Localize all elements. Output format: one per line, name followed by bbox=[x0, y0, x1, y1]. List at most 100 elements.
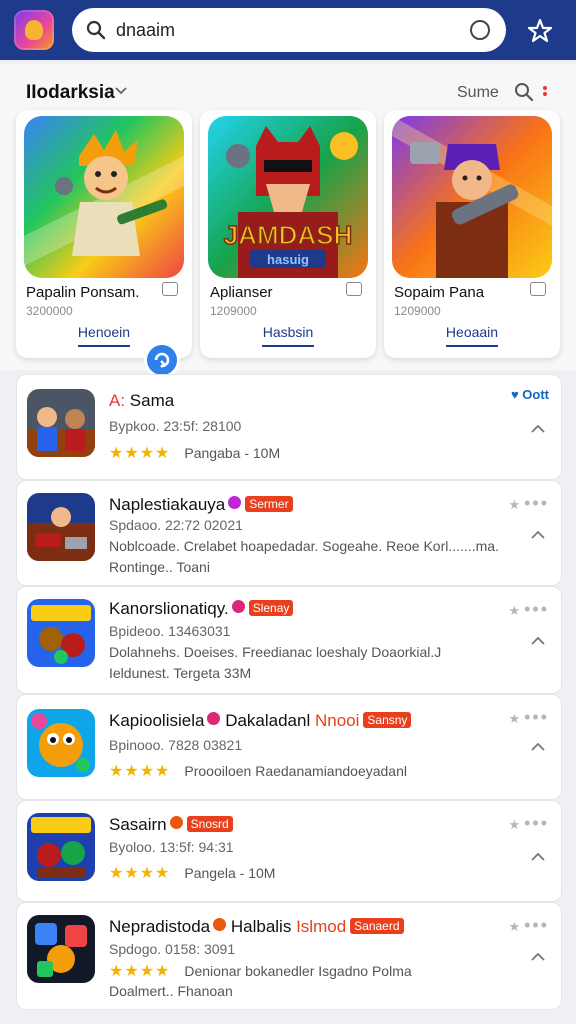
star-icon: ★ bbox=[508, 817, 521, 832]
game-downloads: Pangaba - 10M bbox=[184, 445, 281, 461]
game-description: Denionar bokanedler Isgadno Polma bbox=[184, 963, 412, 979]
game-title: Sasairn Snosrd bbox=[109, 815, 233, 835]
title-text: Sasairn bbox=[109, 815, 167, 834]
game-art-image bbox=[24, 116, 184, 278]
verified-icon bbox=[169, 816, 183, 829]
game-title: Kanorslionatiqy. Slenay bbox=[109, 599, 294, 619]
star-rating: ★★★★ bbox=[109, 445, 171, 462]
game-meta: Bpinooo. 7828 03821 bbox=[109, 737, 243, 753]
game-description: Dolahnehs. Doeises. Freedianac loeshaly … bbox=[109, 644, 442, 660]
install-link[interactable]: Heoaain bbox=[384, 324, 560, 340]
star-rating: ★★★★ bbox=[109, 865, 171, 882]
game-name: Aplianser bbox=[210, 284, 273, 301]
title-text: Nepradistoda bbox=[109, 917, 211, 936]
install-link[interactable]: Henoein bbox=[16, 324, 192, 340]
more-options[interactable]: ★ ••• bbox=[508, 707, 549, 728]
search-icon bbox=[86, 20, 106, 40]
game-thumbnail bbox=[27, 599, 95, 667]
list-item[interactable]: Sasairn Snosrd Byoloo. 13:5f: 94:31 ★★★★ P… bbox=[16, 800, 562, 902]
more-options[interactable]: ★ ••• bbox=[508, 599, 549, 620]
chevron-up-icon[interactable] bbox=[531, 851, 545, 861]
status-badge: Sermer bbox=[245, 496, 293, 512]
star-icon: ★ bbox=[508, 497, 521, 512]
game-thumbnail bbox=[27, 493, 95, 561]
game-title: A: Sama bbox=[109, 391, 174, 411]
list-item[interactable]: Kapioolisiela Dakaladanl Nnooi Sansny Bpi… bbox=[16, 694, 562, 800]
featured-card[interactable]: Papalin Ponsam. 3200000 Henoein bbox=[16, 110, 192, 378]
more-dots-icon: ••• bbox=[524, 915, 549, 935]
refresh-badge-icon[interactable] bbox=[144, 342, 180, 378]
list-item[interactable]: Nepradistoda Halbalis Islmod Sanaerd Spdo… bbox=[16, 902, 562, 1010]
game-rating-row: ★★★★ Pangela - 10M bbox=[109, 863, 275, 883]
list-item[interactable]: Naplestiakauya Sermer Spdaoo. 22:72 02021… bbox=[16, 480, 562, 586]
chevron-down-icon[interactable] bbox=[114, 84, 128, 98]
game-details: Rontinge.. Toani bbox=[109, 559, 210, 575]
game-description: Proooiloen Raedanamiandoeyadanl bbox=[184, 763, 407, 779]
game-rating-row: ★★★★ Proooiloen Raedanamiandoeyadanl bbox=[109, 761, 407, 781]
more-dots-icon: ••• bbox=[524, 813, 549, 833]
list-item[interactable]: A: Sama Bypkoo. 23:5f: 28100 ★★★★ Pangaba… bbox=[16, 374, 562, 480]
chevron-up-icon[interactable] bbox=[531, 951, 545, 961]
game-art-image: JAMDASH hasuig bbox=[208, 116, 368, 278]
chevron-up-icon[interactable] bbox=[531, 635, 545, 645]
status-badge: Slenay bbox=[248, 600, 294, 616]
game-rating-row: ★★★★ Pangaba - 10M bbox=[109, 443, 280, 463]
game-details: Doalmert.. Fhanoan bbox=[109, 983, 233, 999]
favorites-button[interactable] bbox=[522, 14, 558, 48]
title-extra: Dakaladanl bbox=[225, 711, 311, 730]
notification-dot-icon bbox=[543, 86, 547, 96]
game-art-image bbox=[392, 116, 552, 278]
game-rating-row: ★★★★ Denionar bokanedler Isgadno Polma bbox=[109, 961, 412, 981]
checkbox-icon[interactable] bbox=[346, 282, 362, 296]
more-options[interactable]: ★ ••• bbox=[508, 915, 549, 936]
sort-label[interactable]: Sume bbox=[457, 84, 499, 102]
search-query[interactable]: dnaaim bbox=[116, 20, 175, 41]
checkbox-icon[interactable] bbox=[162, 282, 178, 296]
featured-card[interactable]: JAMDASH hasuig Aplianser 1209000 Hasbsin bbox=[200, 110, 376, 358]
status-badge: Sansny bbox=[363, 712, 412, 728]
game-meta: Spdaoo. 22:72 02021 bbox=[109, 517, 243, 533]
game-title: Nepradistoda Halbalis Islmod Sanaerd bbox=[109, 917, 404, 937]
game-meta: Bpideoo. 13463031 bbox=[109, 623, 231, 639]
search-field[interactable]: dnaaim bbox=[72, 8, 506, 52]
voice-circle-icon[interactable] bbox=[470, 20, 490, 40]
chevron-up-icon[interactable] bbox=[531, 741, 545, 751]
featured-card[interactable]: Sopaim Pana 1209000 Heoaain bbox=[384, 110, 560, 358]
game-count: 1209000 bbox=[210, 304, 257, 318]
star-icon: ★ bbox=[508, 603, 521, 618]
title-highlight: Islmod bbox=[296, 917, 347, 936]
game-thumbnail bbox=[27, 915, 95, 983]
list-item[interactable]: Kanorslionatiqy. Slenay Bpideoo. 13463031… bbox=[16, 586, 562, 694]
game-list: A: Sama Bypkoo. 23:5f: 28100 ★★★★ Pangaba… bbox=[16, 374, 562, 1024]
more-options[interactable]: ★ ••• bbox=[508, 493, 549, 514]
like-badge[interactable]: ♥ Oott bbox=[511, 387, 549, 402]
game-meta: Bypkoo. 23:5f: 28100 bbox=[109, 418, 242, 434]
game-downloads: Pangela - 10M bbox=[184, 865, 276, 881]
title-extra: Halbalis bbox=[230, 917, 292, 936]
art-title: JAMDASH bbox=[224, 220, 353, 250]
app-logo-icon[interactable] bbox=[14, 10, 54, 50]
chevron-up-icon[interactable] bbox=[531, 423, 545, 433]
verified-icon bbox=[213, 918, 227, 931]
title-text: Naplestiakauya bbox=[109, 495, 226, 514]
more-dots-icon: ••• bbox=[524, 493, 549, 513]
star-rating: ★★★★ bbox=[109, 963, 171, 980]
install-link[interactable]: Hasbsin bbox=[200, 324, 376, 340]
more-dots-icon: ••• bbox=[524, 707, 549, 727]
verified-icon bbox=[207, 712, 221, 725]
status-badge: Sanaerd bbox=[350, 918, 404, 934]
star-icon: ★ bbox=[508, 919, 521, 934]
chevron-up-icon[interactable] bbox=[531, 529, 545, 539]
game-count: 1209000 bbox=[394, 304, 441, 318]
game-name: Papalin Ponsam. bbox=[26, 284, 140, 301]
link-underline bbox=[446, 345, 498, 347]
heart-icon: ♥ bbox=[510, 387, 519, 402]
more-options[interactable]: ★ ••• bbox=[508, 813, 549, 834]
title-text: Kanorslionatiqy. bbox=[109, 599, 229, 618]
section-title[interactable]: IIodarksia bbox=[26, 82, 115, 104]
verified-icon bbox=[228, 496, 242, 509]
checkbox-icon[interactable] bbox=[530, 282, 546, 296]
game-details: Ieldunest. Tergeta 33M bbox=[109, 665, 252, 681]
game-thumbnail bbox=[27, 813, 95, 881]
search-icon[interactable] bbox=[514, 82, 534, 102]
